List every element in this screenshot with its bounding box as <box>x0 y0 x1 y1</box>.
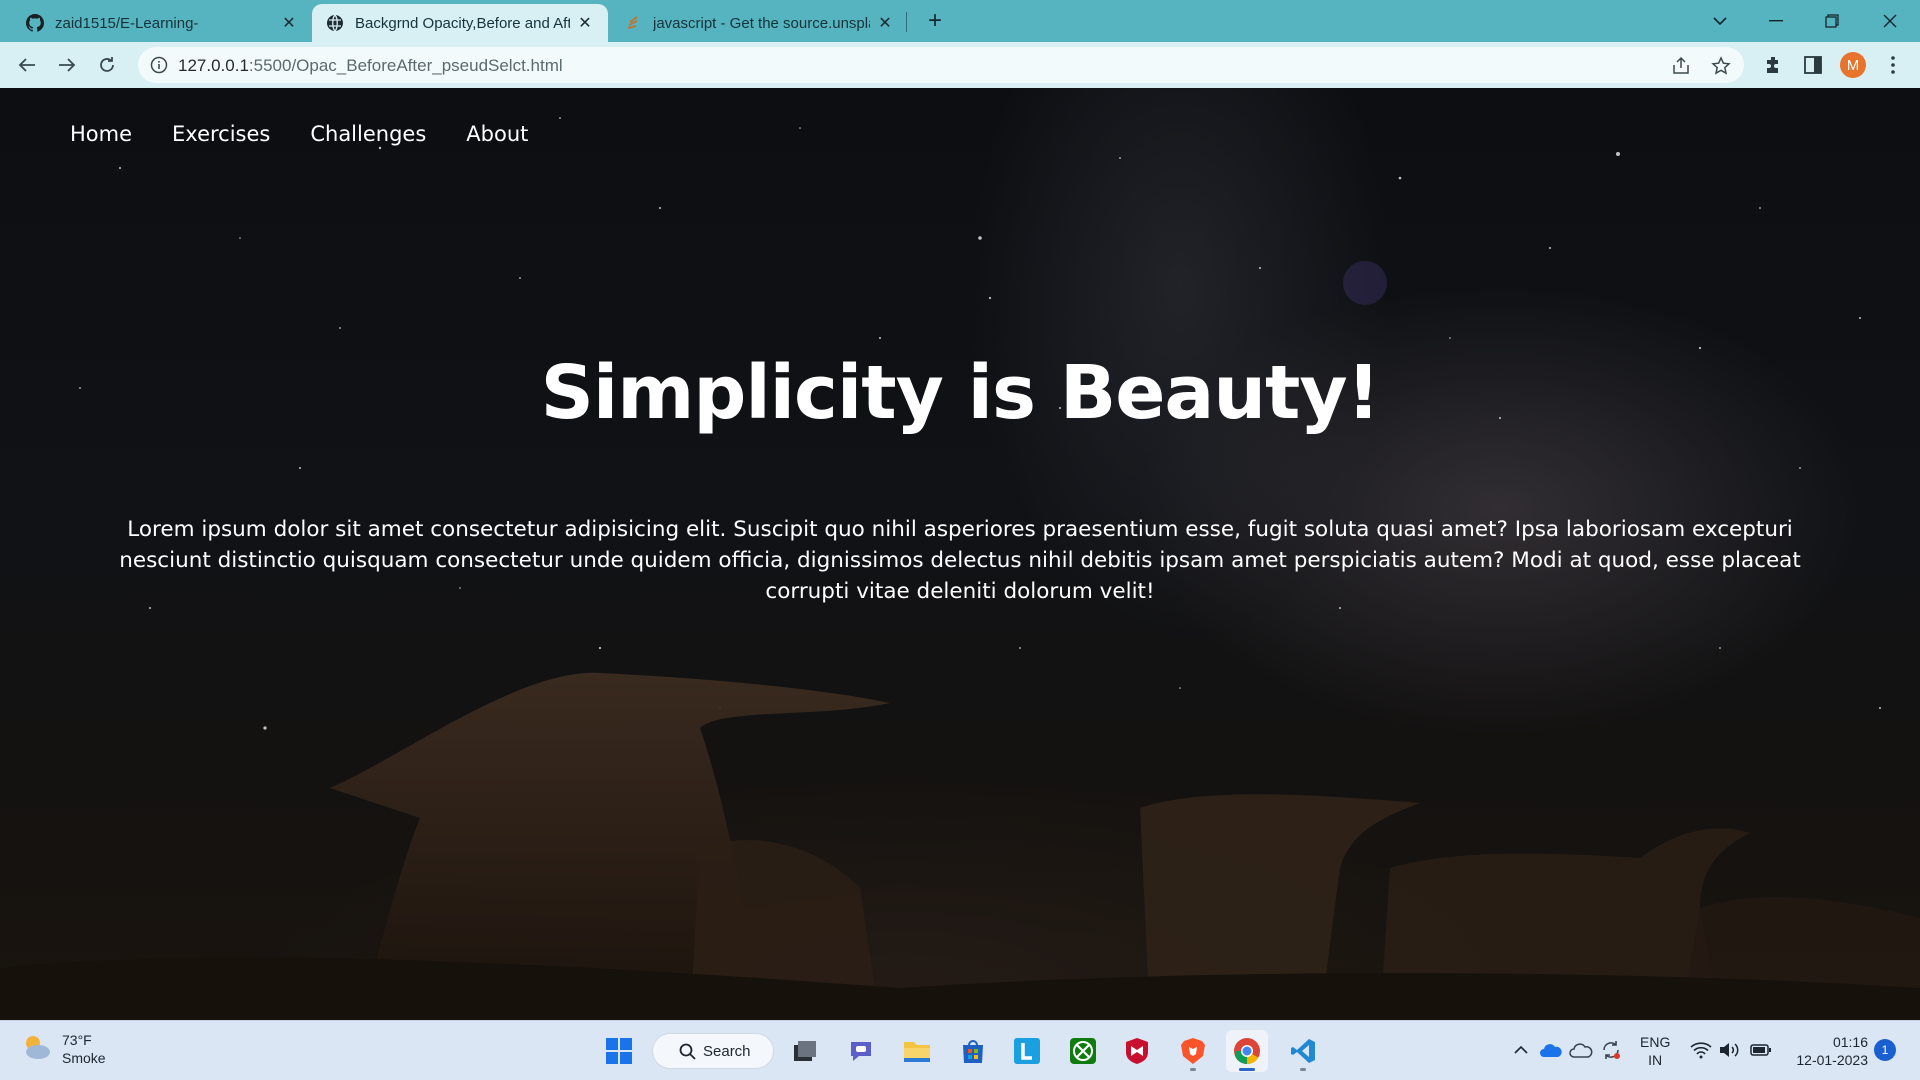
volume-icon[interactable] <box>1716 1037 1742 1063</box>
back-icon[interactable] <box>12 50 42 80</box>
side-panel-icon[interactable] <box>1800 52 1826 78</box>
task-view-icon[interactable] <box>784 1030 826 1072</box>
new-tab-button[interactable]: + <box>922 7 948 34</box>
address-bar[interactable]: 127.0.0.1:5500/Opac_BeforeAfter_pseudSel… <box>138 47 1744 83</box>
share-icon[interactable] <box>1670 55 1692 77</box>
nav-link-challenges[interactable]: Challenges <box>310 122 426 146</box>
page-viewport: Home Exercises Challenges About Simplici… <box>0 88 1920 1020</box>
start-button[interactable] <box>598 1030 640 1072</box>
search-icon <box>679 1043 696 1060</box>
mcafee-icon[interactable] <box>1116 1030 1158 1072</box>
teams-chat-icon[interactable] <box>840 1030 882 1072</box>
hero-paragraph: Lorem ipsum dolor sit amet consectetur a… <box>119 517 1801 604</box>
taskbar-search[interactable]: Search <box>652 1033 774 1069</box>
tab-active[interactable]: Backgrnd Opacity,Before and Aft ✕ <box>312 4 608 42</box>
language-indicator[interactable]: ENG IN <box>1640 1033 1670 1069</box>
site-navigation: Home Exercises Challenges About <box>70 122 528 146</box>
file-explorer-icon[interactable] <box>896 1030 938 1072</box>
battery-icon[interactable] <box>1748 1037 1774 1063</box>
xbox-icon[interactable] <box>1062 1030 1104 1072</box>
show-hidden-icons-chevron-icon[interactable] <box>1508 1037 1534 1063</box>
bookmark-star-icon[interactable] <box>1710 55 1732 77</box>
vscode-icon[interactable] <box>1282 1030 1324 1072</box>
weather-cloud-icon <box>20 1033 52 1066</box>
kebab-menu-icon[interactable] <box>1880 52 1906 78</box>
close-icon[interactable]: ✕ <box>280 14 298 32</box>
tab-title: Backgrnd Opacity,Before and Aft <box>355 14 570 32</box>
url-host: 127.0.0.1 <box>178 56 249 75</box>
hero-heading: Simplicity is Beauty! <box>540 350 1381 436</box>
tab-title: javascript - Get the source.unspla <box>653 14 870 32</box>
weather-temp: 73°F <box>62 1032 92 1048</box>
notification-badge[interactable]: 1 <box>1874 1039 1896 1061</box>
clock-date: 12-01-2023 <box>1796 1052 1868 1068</box>
tab-strip: zaid1515/E-Learning- ✕ Backgrnd Opacity,… <box>0 0 1920 42</box>
tab-divider <box>906 12 907 32</box>
nav-link-home[interactable]: Home <box>70 122 132 146</box>
nav-link-exercises[interactable]: Exercises <box>172 122 270 146</box>
extensions-icon[interactable] <box>1760 52 1786 78</box>
lang-code: ENG <box>1640 1034 1671 1050</box>
globe-icon <box>326 14 344 32</box>
restore-icon[interactable] <box>1804 0 1860 42</box>
avatar: M <box>1840 52 1866 78</box>
tab-title: zaid1515/E-Learning- <box>55 14 199 32</box>
wifi-icon[interactable] <box>1688 1037 1714 1063</box>
minimize-icon[interactable] <box>1748 0 1804 42</box>
running-indicator <box>1190 1068 1196 1071</box>
github-icon <box>26 14 44 32</box>
cloud-sync-icon[interactable] <box>1568 1037 1594 1063</box>
stackoverflow-icon <box>624 14 642 32</box>
l-app-icon[interactable] <box>1006 1030 1048 1072</box>
region-code: IN <box>1648 1052 1663 1068</box>
tab-github[interactable]: zaid1515/E-Learning- ✕ <box>12 4 312 42</box>
close-icon[interactable]: ✕ <box>576 14 594 32</box>
system-clock[interactable]: 01:16 12-01-2023 <box>1788 1033 1868 1069</box>
chrome-icon[interactable] <box>1226 1030 1268 1072</box>
reload-icon[interactable] <box>92 50 122 80</box>
site-info-icon[interactable] <box>150 56 168 74</box>
search-label: Search <box>703 1042 751 1060</box>
nav-link-about[interactable]: About <box>466 122 528 146</box>
close-icon[interactable]: ✕ <box>876 14 894 32</box>
url-text: 127.0.0.1:5500/Opac_BeforeAfter_pseudSel… <box>178 56 563 76</box>
running-indicator <box>1300 1068 1306 1071</box>
microsoft-store-icon[interactable] <box>952 1030 994 1072</box>
weather-widget[interactable]: 73°F Smoke <box>20 1031 106 1067</box>
brave-browser-icon[interactable] <box>1172 1030 1214 1072</box>
forward-icon[interactable] <box>52 50 82 80</box>
weather-desc: Smoke <box>62 1050 106 1066</box>
tab-search-chevron-icon[interactable] <box>1692 0 1748 42</box>
browser-toolbar: 127.0.0.1:5500/Opac_BeforeAfter_pseudSel… <box>0 42 1920 88</box>
profile-avatar[interactable]: M <box>1840 52 1866 78</box>
close-window-icon[interactable] <box>1862 0 1918 42</box>
clock-time: 01:16 <box>1832 1034 1868 1050</box>
windows-taskbar: 73°F Smoke Search ENG IN 01:16 12-01-202… <box>0 1020 1920 1080</box>
onedrive-icon[interactable] <box>1538 1037 1564 1063</box>
active-indicator <box>1239 1068 1255 1071</box>
url-path: :5500/Opac_BeforeAfter_pseudSelct.html <box>248 56 563 75</box>
sync-refresh-icon[interactable] <box>1598 1037 1624 1063</box>
tab-stackoverflow[interactable]: javascript - Get the source.unspla ✕ <box>610 4 908 42</box>
